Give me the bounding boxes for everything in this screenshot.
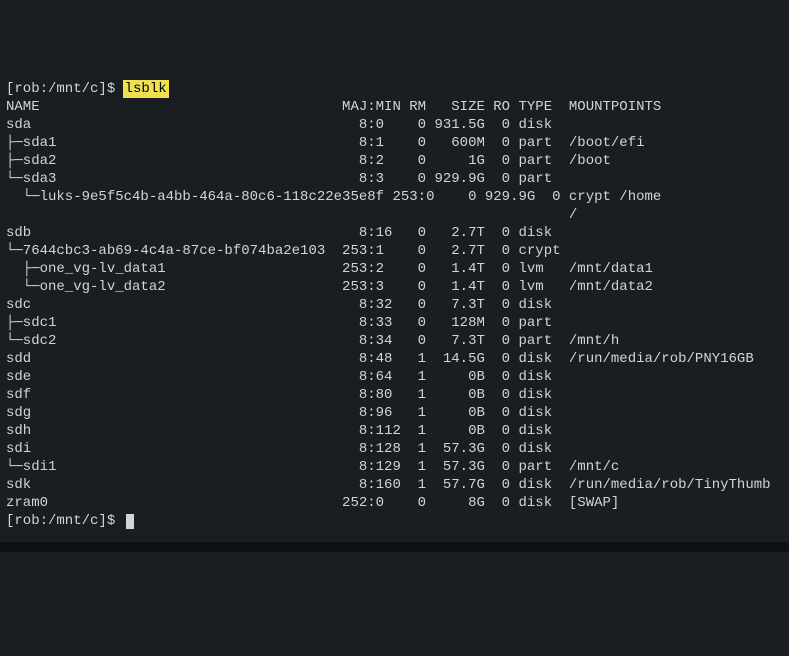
lsblk-row: └─sdc2 8:34 0 7.3T 0 part /mnt/h xyxy=(6,332,783,350)
lsblk-row: ├─sdc1 8:33 0 128M 0 part xyxy=(6,314,783,332)
cursor-icon xyxy=(126,514,134,529)
lsblk-row: └─sdi1 8:129 1 57.3G 0 part /mnt/c xyxy=(6,458,783,476)
prompt-prefix-2: [rob:/mnt/c]$ xyxy=(6,513,124,529)
lsblk-row: └─sda3 8:3 0 929.9G 0 part xyxy=(6,170,783,188)
prompt-line-2[interactable]: [rob:/mnt/c]$ xyxy=(6,512,783,530)
lsblk-row: sdh 8:112 1 0B 0 disk xyxy=(6,422,783,440)
entered-command: lsblk xyxy=(124,81,168,97)
lsblk-output: sda 8:0 0 931.5G 0 disk ├─sda1 8:1 0 600… xyxy=(6,116,783,512)
lsblk-row: sdd 8:48 1 14.5G 0 disk /run/media/rob/P… xyxy=(6,350,783,368)
lsblk-row: sdk 8:160 1 57.7G 0 disk /run/media/rob/… xyxy=(6,476,783,494)
lsblk-row: └─luks-9e5f5c4b-a4bb-464a-80c6-118c22e35… xyxy=(6,188,783,206)
lsblk-row: sda 8:0 0 931.5G 0 disk xyxy=(6,116,783,134)
lsblk-row: ├─one_vg-lv_data1 253:2 0 1.4T 0 lvm /mn… xyxy=(6,260,783,278)
lsblk-row: └─one_vg-lv_data2 253:3 0 1.4T 0 lvm /mn… xyxy=(6,278,783,296)
prompt-prefix: [rob:/mnt/c]$ xyxy=(6,81,124,97)
lsblk-row: / xyxy=(6,206,783,224)
lsblk-row: sdb 8:16 0 2.7T 0 disk xyxy=(6,224,783,242)
lsblk-row: sdc 8:32 0 7.3T 0 disk xyxy=(6,296,783,314)
lsblk-header: NAME MAJ:MIN RM SIZE RO TYPE MOUNTPOINTS xyxy=(6,98,783,116)
lsblk-row: sdf 8:80 1 0B 0 disk xyxy=(6,386,783,404)
lsblk-row: zram0 252:0 0 8G 0 disk [SWAP] xyxy=(6,494,783,512)
lsblk-row: sde 8:64 1 0B 0 disk xyxy=(6,368,783,386)
taskbar xyxy=(0,542,789,552)
lsblk-row: └─7644cbc3-ab69-4c4a-87ce-bf074ba2e103 2… xyxy=(6,242,783,260)
lsblk-row: sdi 8:128 1 57.3G 0 disk xyxy=(6,440,783,458)
lsblk-row: sdg 8:96 1 0B 0 disk xyxy=(6,404,783,422)
lsblk-row: ├─sda2 8:2 0 1G 0 part /boot xyxy=(6,152,783,170)
lsblk-row: ├─sda1 8:1 0 600M 0 part /boot/efi xyxy=(6,134,783,152)
prompt-line-1: [rob:/mnt/c]$ lsblk xyxy=(6,80,783,98)
